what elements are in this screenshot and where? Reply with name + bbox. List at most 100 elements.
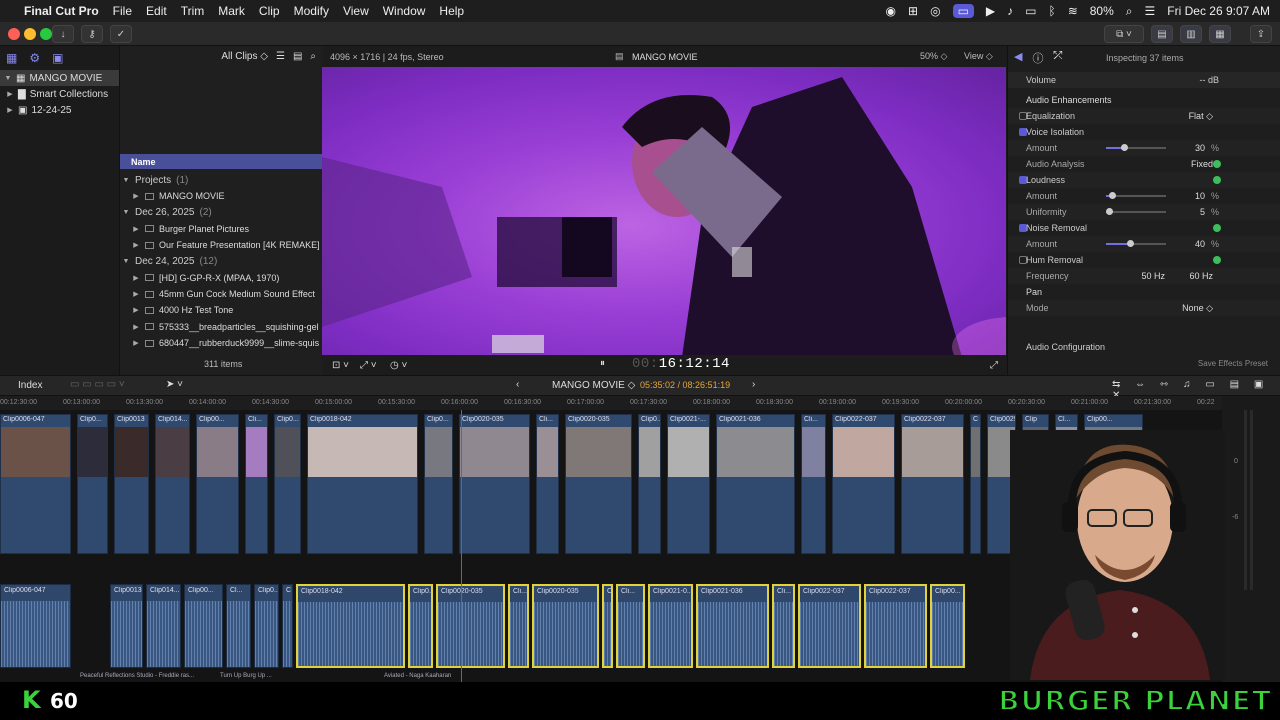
share-button[interactable]: ⇪: [1250, 25, 1272, 43]
pause-button[interactable]: ⏸: [600, 358, 605, 369]
audio-clip[interactable]: Clip0...: [254, 584, 279, 668]
browser-clip-row[interactable]: ▶ 4000 Hz Test Tone: [120, 302, 322, 318]
audio-clip[interactable]: C: [602, 584, 613, 668]
record-icon[interactable]: ◎: [930, 4, 940, 18]
name-column-header[interactable]: Name: [120, 154, 322, 169]
video-clip[interactable]: Clip0021-036: [716, 414, 795, 554]
audio-clip[interactable]: Clip0021-0...: [648, 584, 693, 668]
filmstrip-view-icon[interactable]: ▤: [293, 51, 302, 62]
browser-group-row[interactable]: ▼ Projects (1): [120, 172, 322, 188]
browser-group-row[interactable]: ▼ Dec 26, 2025 (2): [120, 205, 322, 221]
audio-clip[interactable]: Cli...: [508, 584, 529, 668]
browser-clip-row[interactable]: ▶ 680447__rubberduck9999__slime-squis: [120, 335, 322, 351]
inspector-row[interactable]: Amount 40%: [1008, 236, 1280, 252]
transform-tool-icon[interactable]: ⤢ ˅: [360, 360, 377, 371]
screen-icon[interactable]: ▭: [952, 4, 974, 18]
audio-inspector-icon[interactable]: ◀: [1014, 50, 1022, 66]
inspector-row[interactable]: Uniformity 5%: [1008, 204, 1280, 220]
volume-icon[interactable]: ♪: [1007, 4, 1013, 18]
music-track-label[interactable]: Peaceful Reflections Studio - Freddie ra…: [80, 673, 194, 679]
menu-window[interactable]: Window: [383, 4, 426, 18]
minimize-window-button[interactable]: [24, 28, 36, 40]
select-tool-icon[interactable]: ➤ ˅: [166, 379, 183, 390]
inspector-row-value[interactable]: 50 Hz: [1141, 271, 1165, 281]
amount-slider[interactable]: [1106, 144, 1166, 151]
amount-slider[interactable]: [1106, 192, 1166, 199]
audio-clip[interactable]: Clip0022-037: [798, 584, 861, 668]
inspector-row-value[interactable]: Fixed: [1191, 159, 1213, 169]
fullscreen-icon[interactable]: ⤢: [990, 360, 998, 371]
music-track-label[interactable]: Turn Up Burg Up ...: [220, 673, 272, 679]
import-button[interactable]: ↓: [52, 25, 74, 43]
inspector-row-value[interactable]: 30: [1195, 143, 1205, 153]
status-icon[interactable]: ◉: [886, 4, 896, 18]
video-frame[interactable]: [322, 67, 1006, 355]
disclosure-triangle-icon[interactable]: ▶: [132, 306, 140, 314]
status-check-icon[interactable]: [1213, 224, 1221, 232]
inspector-row-value[interactable]: None ◇: [1182, 303, 1213, 314]
control-center-icon[interactable]: ☰: [1145, 4, 1156, 18]
video-clip[interactable]: Clip0020-035: [565, 414, 632, 554]
info-icon[interactable]: ⓘ: [1032, 50, 1043, 66]
video-clip[interactable]: Clip0022-037: [832, 414, 895, 554]
disclosure-triangle-icon[interactable]: ▶: [132, 290, 140, 298]
audio-clip[interactable]: Clip00...: [184, 584, 223, 668]
display-icon[interactable]: ▭: [1025, 4, 1036, 18]
video-clip[interactable]: Clip0013: [114, 414, 149, 554]
menu-file[interactable]: File: [113, 4, 132, 18]
library-item-event[interactable]: ▶ ▣ 12-24-25: [0, 102, 119, 118]
audio-enhancements-section[interactable]: Audio Enhancements: [1008, 92, 1280, 108]
browser-clip-row[interactable]: ▶ 45mm Gun Cock Medium Sound Effect: [120, 286, 322, 302]
audio-clip[interactable]: Clip0022-037: [864, 584, 927, 668]
titles-icon[interactable]: ▣: [52, 51, 63, 65]
menu-modify[interactable]: Modify: [294, 4, 329, 18]
inspector-row[interactable]: Noise Removal: [1008, 220, 1280, 236]
audio-clip[interactable]: Clip0018-042: [296, 584, 405, 668]
library-item-mango-movie[interactable]: ▼ ▦ MANGO MOVIE: [0, 70, 119, 86]
view-dropdown[interactable]: View ◇: [964, 51, 993, 62]
inspector-row[interactable]: Hum Removal: [1008, 252, 1280, 268]
photos-icon[interactable]: ⚙: [29, 51, 40, 65]
workspace-inspector-button[interactable]: ▦: [1209, 25, 1231, 43]
disclosure-triangle-icon[interactable]: ▶: [132, 339, 140, 347]
disclosure-triangle-icon[interactable]: ▶: [132, 192, 140, 200]
audio-clip[interactable]: Clip0013: [110, 584, 143, 668]
audio-clip[interactable]: Clip0020-035: [436, 584, 505, 668]
audio-clip[interactable]: Clip0021-036: [696, 584, 769, 668]
menu-clip[interactable]: Clip: [259, 4, 280, 18]
share-toolbar-button[interactable]: ⧉ ˅: [1104, 25, 1144, 43]
search-icon[interactable]: ⌕: [1126, 4, 1133, 19]
video-clip[interactable]: Clip0022-037: [901, 414, 964, 554]
audio-clip[interactable]: Cl...: [226, 584, 251, 668]
libraries-icon[interactable]: ▦: [6, 51, 17, 65]
video-clip[interactable]: Clip0020-035: [459, 414, 530, 554]
browser-group-row[interactable]: ▼ Dec 24, 2025 (12): [120, 254, 322, 270]
menu-edit[interactable]: Edit: [146, 4, 167, 18]
disclosure-triangle-icon[interactable]: ▶: [132, 225, 140, 233]
clock[interactable]: Fri Dec 26 9:07 AM: [1167, 4, 1270, 18]
inspector-row[interactable]: Voice Isolation: [1008, 124, 1280, 140]
inspector-row-value[interactable]: 5: [1200, 207, 1205, 217]
disclosure-triangle-icon[interactable]: ▼: [122, 258, 130, 265]
amount-slider[interactable]: [1106, 240, 1166, 247]
layout-icon[interactable]: ⊞: [908, 4, 918, 18]
video-clip[interactable]: Clip0018-042: [307, 414, 418, 554]
share-inspector-icon[interactable]: ⤱: [1053, 50, 1062, 66]
disclosure-triangle-icon[interactable]: ▶: [132, 241, 140, 249]
video-clip[interactable]: Clip0...: [638, 414, 661, 554]
video-clip[interactable]: Clip0...: [77, 414, 108, 554]
video-clip[interactable]: Cli...: [536, 414, 559, 554]
audio-configuration-row[interactable]: Audio Configuration: [1008, 339, 1280, 355]
audio-clip[interactable]: Clip0006-047: [0, 584, 71, 668]
inspector-row-value[interactable]: 40: [1195, 239, 1205, 249]
video-clip[interactable]: Clip0021-...: [667, 414, 710, 554]
background-tasks-button[interactable]: ✓: [110, 25, 132, 43]
browser-clip-row[interactable]: ▶ [HD] G-GP-R-X (MPAA, 1970): [120, 270, 322, 286]
inspector-row-value[interactable]: 10: [1195, 191, 1205, 201]
video-clip[interactable]: Clip014...: [155, 414, 190, 554]
menu-help[interactable]: Help: [439, 4, 464, 18]
menu-view[interactable]: View: [343, 4, 369, 18]
music-track-label[interactable]: Aviated - Naga Kaaharan: [384, 673, 451, 679]
audio-clip[interactable]: C: [282, 584, 293, 668]
video-clip[interactable]: Clip0...: [424, 414, 453, 554]
